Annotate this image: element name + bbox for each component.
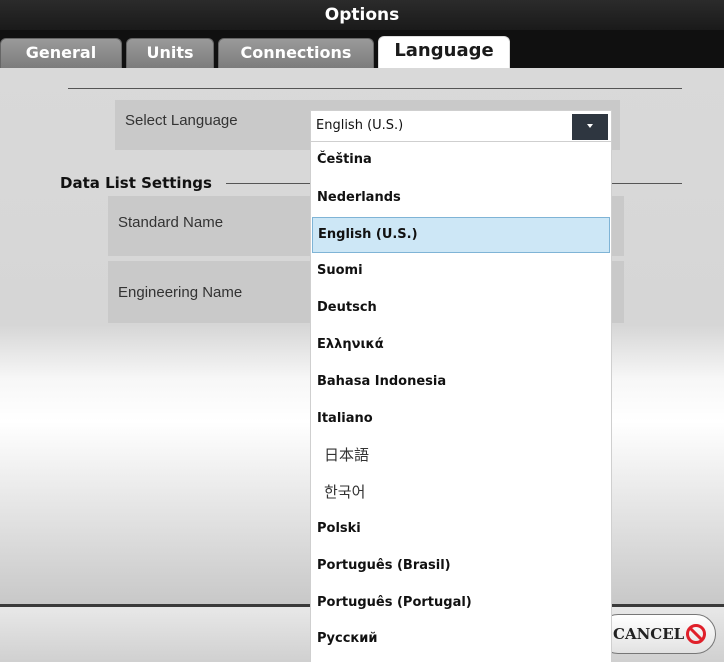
language-option[interactable]: Polski — [312, 511, 610, 547]
language-option[interactable]: Русский — [312, 621, 610, 657]
language-option[interactable]: Deutsch — [312, 290, 610, 326]
cancel-label: CANCEL — [613, 625, 685, 643]
language-select[interactable]: English (U.S.) — [310, 110, 612, 142]
prohibited-icon — [686, 624, 706, 644]
section-divider-right — [612, 183, 682, 184]
language-option[interactable]: 日本語 — [312, 437, 610, 473]
top-divider — [68, 88, 682, 89]
engineering-name-label: Engineering Name — [118, 284, 243, 301]
language-select-value: English (U.S.) — [316, 118, 404, 133]
language-option[interactable]: Português (Brasil) — [312, 548, 610, 584]
select-language-label: Select Language — [125, 112, 238, 129]
window-title: Options — [0, 0, 724, 30]
tab-general[interactable]: General — [0, 38, 122, 68]
data-list-settings-title: Data List Settings — [60, 174, 212, 192]
language-option[interactable]: Ελληνικά — [312, 327, 610, 363]
language-option[interactable]: Čeština — [312, 142, 610, 178]
language-option[interactable]: Bahasa Indonesia — [312, 364, 610, 400]
language-option[interactable]: Português (Portugal) — [312, 585, 610, 621]
language-option[interactable]: Italiano — [312, 401, 610, 437]
tab-language[interactable]: Language — [378, 36, 510, 68]
tab-units[interactable]: Units — [126, 38, 214, 68]
dropdown-toggle-button[interactable] — [572, 114, 608, 140]
chevron-down-icon — [587, 124, 593, 128]
tab-strip: General Units Connections Language — [0, 30, 724, 68]
language-option-selected[interactable]: English (U.S.) — [312, 217, 610, 253]
options-window: Options General Units Connections Langua… — [0, 0, 724, 662]
cancel-button[interactable]: CANCEL — [598, 614, 716, 654]
standard-name-label: Standard Name — [118, 214, 224, 231]
language-option[interactable]: 한국어 — [312, 474, 610, 510]
language-dropdown-list: Čeština Nederlands English (U.S.) Suomi … — [310, 142, 612, 662]
section-divider-left — [226, 183, 312, 184]
language-option[interactable]: Nederlands — [312, 180, 610, 216]
language-option[interactable]: Suomi — [312, 253, 610, 289]
tab-connections[interactable]: Connections — [218, 38, 374, 68]
